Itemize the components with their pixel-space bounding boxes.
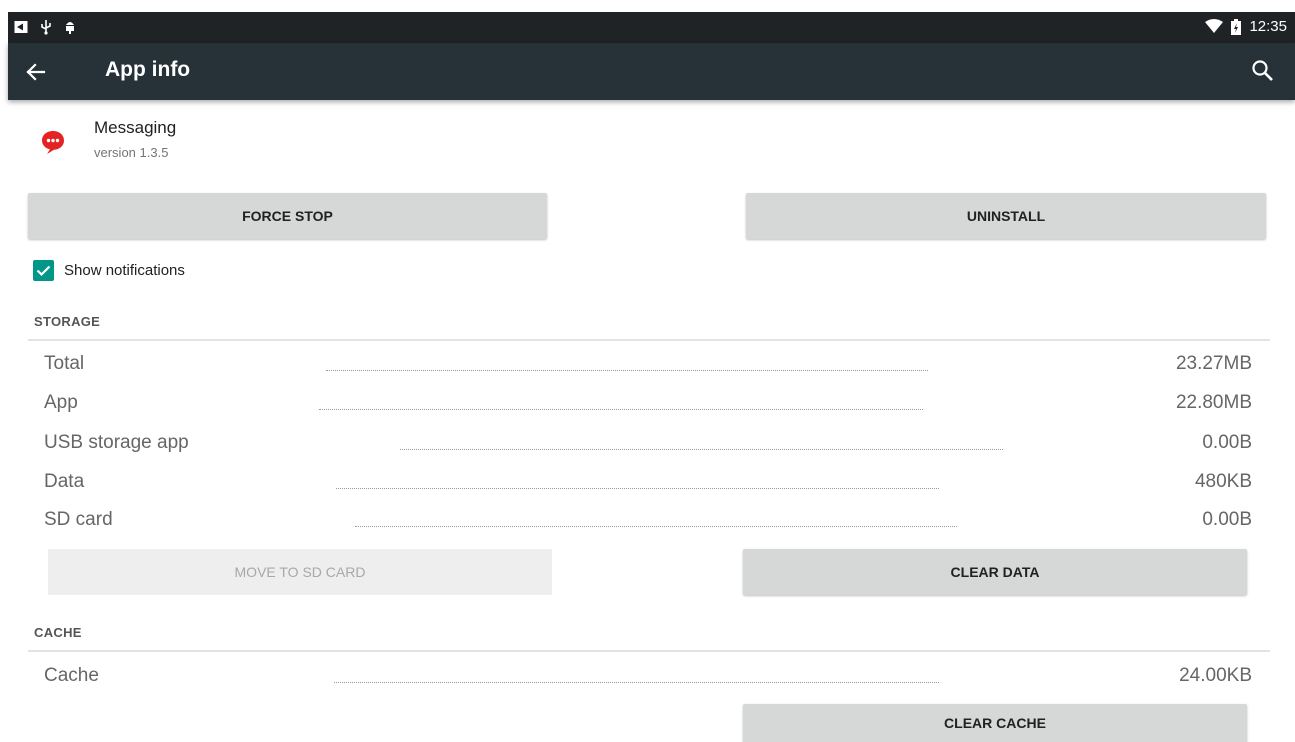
- cache-section-title: CACHE: [34, 625, 82, 640]
- row-value: 22.80MB: [1175, 392, 1252, 413]
- dotted-leader: [326, 370, 928, 371]
- android-icon: [64, 19, 76, 35]
- app-version: version 1.3.5: [94, 145, 169, 160]
- status-bar: 12:35: [8, 12, 1295, 43]
- row-label: USB storage app: [44, 432, 189, 453]
- storage-row-data: Data 480KB: [44, 471, 1252, 501]
- row-value: 480KB: [1194, 471, 1252, 492]
- row-value: 0.00B: [1202, 509, 1252, 530]
- storage-row-total: Total 23.27MB: [44, 353, 1252, 383]
- storage-row-sd-card: SD card 0.00B: [44, 509, 1252, 539]
- row-label: App: [44, 392, 78, 413]
- uninstall-button[interactable]: UNINSTALL: [746, 193, 1266, 239]
- cache-row: Cache 24.00KB: [44, 665, 1252, 695]
- battery-icon: [1231, 18, 1242, 35]
- row-value: 23.27MB: [1175, 353, 1252, 374]
- storage-row-usb-storage-app: USB storage app 0.00B: [44, 432, 1252, 462]
- row-label: Cache: [44, 665, 99, 686]
- force-stop-button[interactable]: FORCE STOP: [28, 193, 547, 239]
- notification-icon: [14, 20, 28, 34]
- row-label: Total: [44, 353, 85, 374]
- show-notifications-checkbox[interactable]: [33, 260, 54, 281]
- row-label: Data: [44, 471, 85, 492]
- back-arrow-icon[interactable]: [22, 58, 50, 86]
- app-name: Messaging: [94, 118, 177, 137]
- clear-data-button[interactable]: CLEAR DATA: [743, 549, 1247, 595]
- page-title: App info: [105, 58, 191, 81]
- app-info-screen: 12:35 App info Messaging version 1.3.5 F…: [0, 0, 1295, 742]
- row-value: 24.00KB: [1179, 665, 1252, 686]
- cache-divider: [28, 650, 1270, 652]
- dotted-leader: [334, 682, 939, 683]
- messaging-app-icon: [40, 129, 66, 155]
- storage-row-app: App 22.80MB: [44, 392, 1252, 422]
- usb-icon: [40, 19, 52, 35]
- dotted-leader: [336, 488, 939, 489]
- search-icon[interactable]: [1249, 57, 1277, 85]
- row-value: 0.00B: [1202, 432, 1252, 453]
- dotted-leader: [355, 526, 957, 527]
- dotted-leader: [400, 449, 1003, 450]
- dotted-leader: [319, 409, 923, 410]
- action-bar: App info: [8, 43, 1295, 100]
- wifi-icon: [1205, 19, 1224, 34]
- clear-cache-button[interactable]: CLEAR CACHE: [743, 704, 1247, 742]
- row-label: SD card: [44, 509, 113, 530]
- move-to-sd-card-button: MOVE TO SD CARD: [48, 549, 552, 595]
- storage-divider: [28, 339, 1270, 341]
- clock: 12:35: [1249, 18, 1287, 35]
- show-notifications-label: Show notifications: [64, 262, 185, 279]
- storage-section-title: STORAGE: [34, 314, 101, 329]
